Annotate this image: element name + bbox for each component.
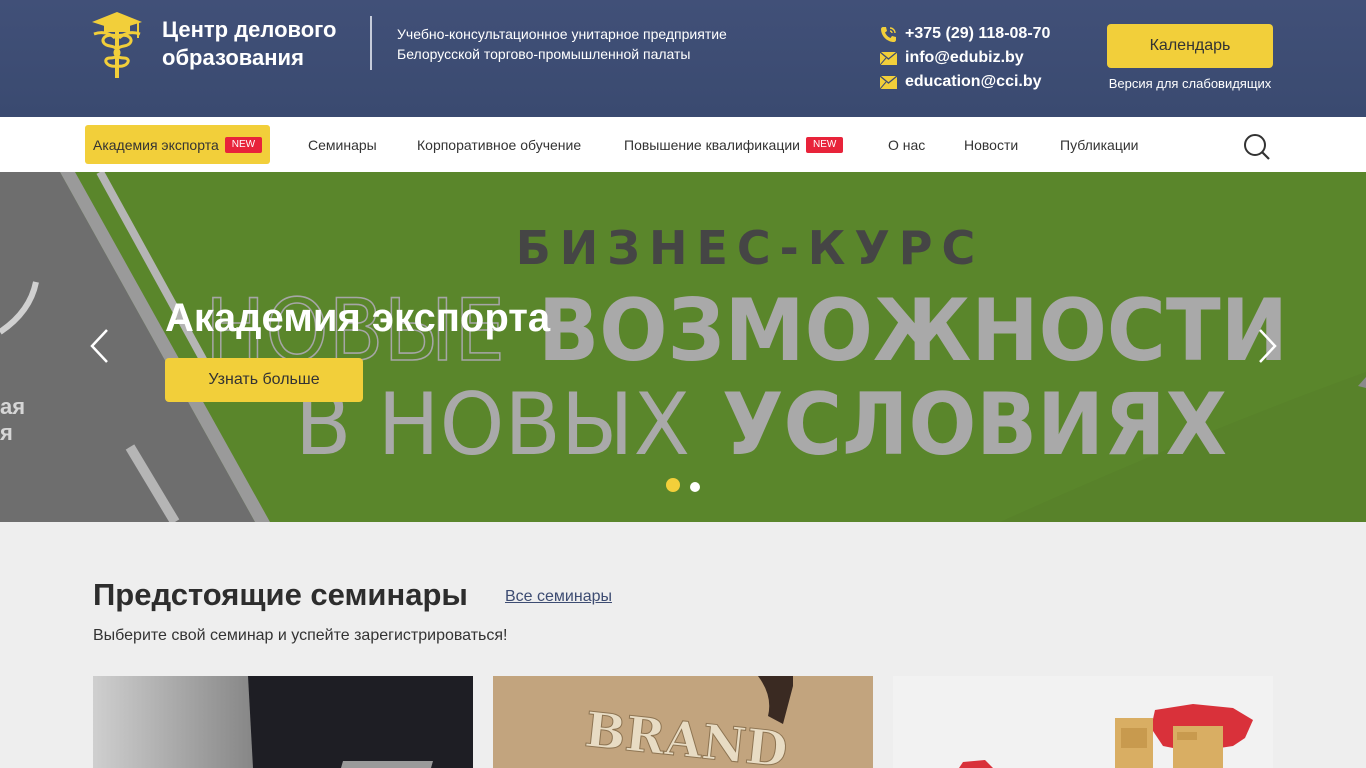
seminar-card-2[interactable]: BRAND — [493, 676, 873, 768]
chevron-right-icon[interactable] — [1255, 328, 1279, 364]
mail-icon — [880, 50, 897, 67]
nav-item-corporate-training[interactable]: Корпоративное обучение — [409, 125, 589, 164]
nav-item-label: Академия экспорта — [93, 136, 219, 153]
email-link-1[interactable]: info@edubiz.by — [905, 49, 1024, 67]
logo-icon[interactable] — [92, 12, 142, 78]
nav-item-news[interactable]: Новости — [956, 125, 1026, 164]
hero-banner-text: БИЗНЕС-КУРС НОВЫЕ ВОЗМОЖНОСТИ В НОВЫХ УС… — [204, 221, 1288, 475]
nav-item-label: О нас — [888, 136, 926, 153]
nav-item-about[interactable]: О нас — [880, 125, 933, 164]
phone-icon — [880, 26, 897, 43]
hero-title: Академия экспорта — [165, 296, 551, 340]
nav-item-label: Новости — [964, 136, 1019, 153]
mail-icon — [880, 74, 897, 91]
logo-title[interactable]: Центр делового образования — [162, 16, 362, 72]
contacts-block: +375 (29) 118-08-70 info@edubiz.by educa… — [880, 22, 1050, 94]
slider-dot-1[interactable] — [666, 478, 680, 492]
banner-line-1: БИЗНЕС-КУРС — [516, 221, 985, 275]
seminar-card-1[interactable] — [93, 676, 473, 768]
banner-line-3b: УСЛОВИЯХ — [722, 375, 1227, 475]
slider-dot-2[interactable] — [690, 482, 700, 492]
search-icon[interactable] — [1243, 133, 1271, 161]
nav-item-seminars[interactable]: Семинары — [300, 125, 385, 164]
org-line-2: Белорусской торгово-промышленной палаты — [397, 46, 691, 62]
new-badge: NEW — [224, 136, 263, 153]
low-vision-link[interactable]: Версия для слабовидящих — [1107, 76, 1273, 91]
contact-email-1[interactable]: info@edubiz.by — [880, 46, 1050, 70]
site-header: Центр делового образования Учебно-консул… — [0, 0, 1366, 117]
calendar-button[interactable]: Календарь — [1107, 24, 1273, 68]
contact-phone[interactable]: +375 (29) 118-08-70 — [880, 22, 1050, 46]
seminar-card-image — [893, 676, 1273, 768]
hero-slider: ая я БИЗНЕС-КУРС НОВЫЕ ВОЗМОЖНОСТИ В НОВ… — [0, 172, 1366, 522]
nav-item-label: Публикации — [1060, 136, 1139, 153]
contact-email-2[interactable]: education@cci.by — [880, 70, 1050, 94]
new-badge: NEW — [806, 136, 844, 153]
nav-item-label: Корпоративное обучение — [417, 136, 582, 153]
banner-line-2b: ВОЗМОЖНОСТИ — [538, 281, 1288, 381]
seminar-card-3[interactable] — [893, 676, 1273, 768]
learn-more-button[interactable]: Узнать больше — [165, 358, 363, 402]
divider — [370, 16, 372, 70]
seminar-card-image: BRAND — [493, 676, 873, 768]
section-title: Предстоящие семинары — [93, 577, 468, 612]
phone-number[interactable]: +375 (29) 118-08-70 — [905, 25, 1050, 43]
nav-item-label: Повышение квалификации — [624, 136, 800, 153]
chevron-left-icon[interactable] — [88, 328, 112, 364]
nav-item-publications[interactable]: Публикации — [1052, 125, 1146, 164]
email-link-2[interactable]: education@cci.by — [905, 73, 1042, 91]
main-navigation: Академия экспорта NEW Семинары Корпорати… — [0, 117, 1366, 172]
section-subtitle: Выберите свой семинар и успейте зарегист… — [93, 627, 508, 644]
seminar-card-image — [93, 676, 473, 768]
all-seminars-link[interactable]: Все семинары — [505, 588, 612, 606]
nav-item-label: Семинары — [308, 136, 377, 153]
nav-item-export-academy[interactable]: Академия экспорта NEW — [85, 125, 271, 164]
organization-description: Учебно-консультационное унитарное предпр… — [397, 24, 777, 64]
org-line-1: Учебно-консультационное унитарное предпр… — [397, 26, 727, 42]
nav-item-qualification[interactable]: Повышение квалификации NEW — [616, 125, 851, 164]
